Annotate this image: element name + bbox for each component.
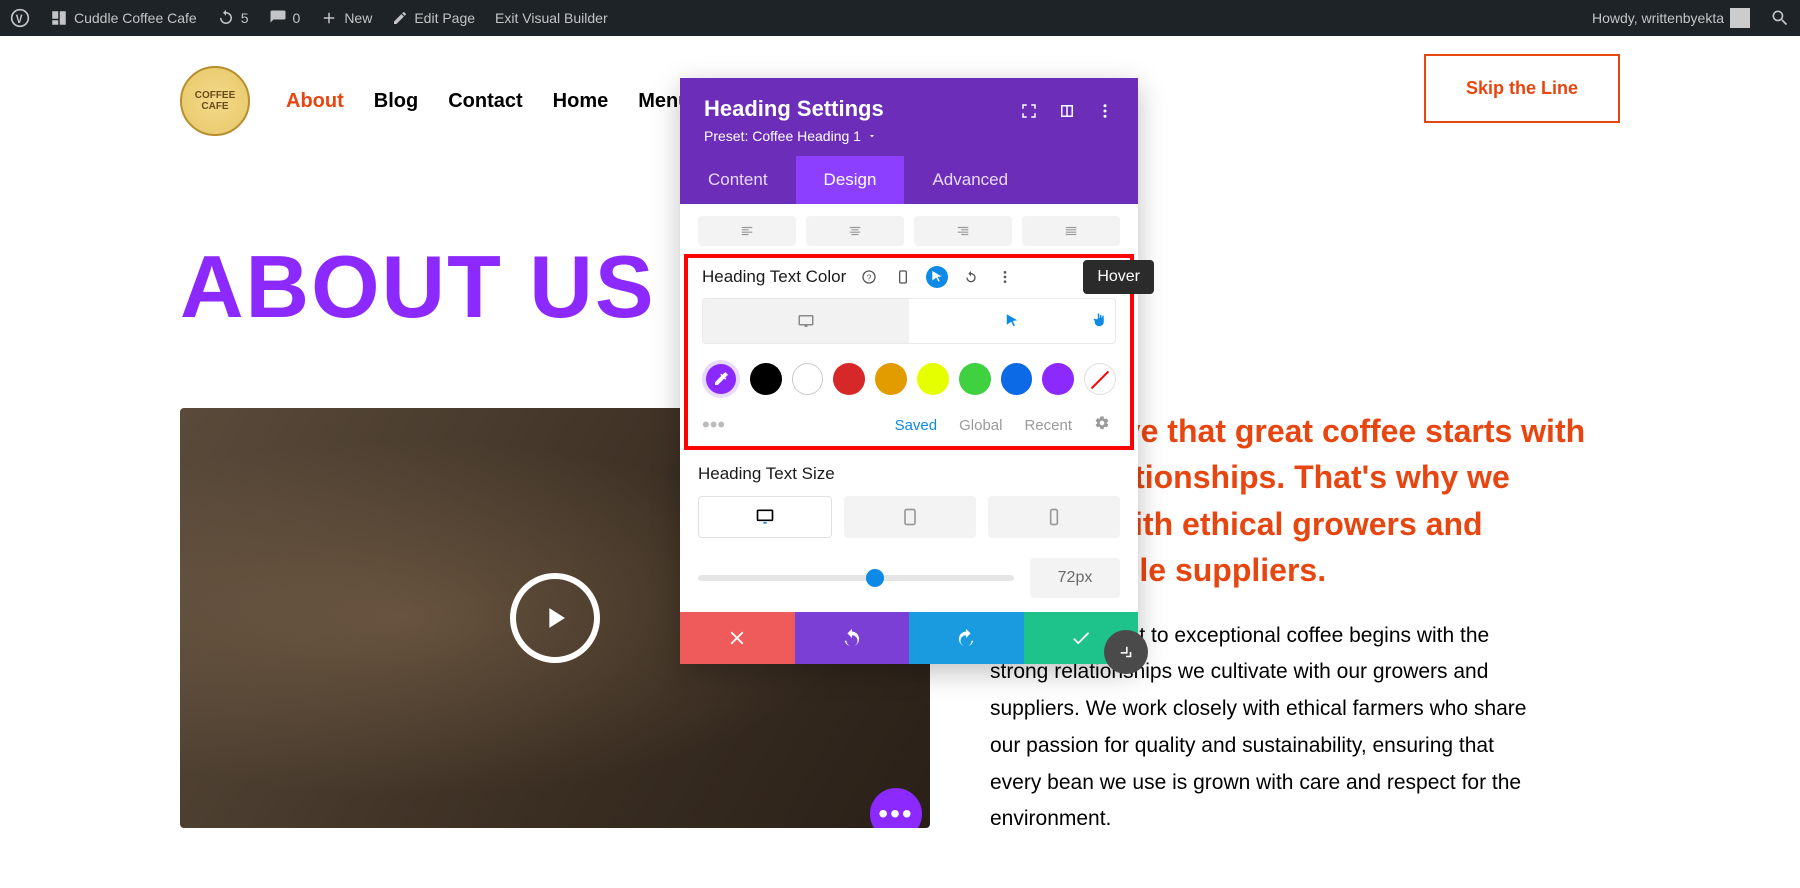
swatch-white[interactable] bbox=[792, 363, 824, 395]
exit-builder-label: Exit Visual Builder bbox=[495, 10, 608, 26]
wp-admin-bar: Cuddle Coffee Cafe 5 0 New Edit Page Exi… bbox=[0, 0, 1800, 36]
howdy-label: Howdy, writtenbyekta bbox=[1592, 10, 1724, 26]
swatch-blue[interactable] bbox=[1001, 363, 1033, 395]
help-icon[interactable]: ? bbox=[858, 266, 880, 288]
slider-thumb[interactable] bbox=[866, 569, 884, 587]
state-hover-button[interactable] bbox=[909, 299, 1115, 343]
panel-tabs: Content Design Advanced bbox=[680, 156, 1138, 204]
swatch-purple[interactable] bbox=[1042, 363, 1074, 395]
edit-page-item[interactable]: Edit Page bbox=[392, 10, 475, 26]
heading-settings-panel[interactable]: Heading Settings Preset: Coffee Heading … bbox=[680, 78, 1138, 664]
module-options-button[interactable]: ••• bbox=[870, 788, 922, 828]
comments-count: 0 bbox=[293, 10, 301, 26]
device-tablet-button[interactable] bbox=[844, 496, 976, 538]
howdy-item[interactable]: Howdy, writtenbyekta bbox=[1592, 8, 1750, 28]
expand-icon[interactable] bbox=[1020, 102, 1038, 125]
swatch-black[interactable] bbox=[750, 363, 782, 395]
align-right-button[interactable] bbox=[914, 216, 1012, 246]
device-phone-button[interactable] bbox=[988, 496, 1120, 538]
tab-global[interactable]: Global bbox=[959, 417, 1002, 434]
site-name-label: Cuddle Coffee Cafe bbox=[74, 10, 197, 26]
highlighted-color-section: Heading Text Color ? Hover bbox=[684, 254, 1134, 450]
undo-button[interactable] bbox=[795, 612, 910, 664]
size-slider[interactable] bbox=[698, 575, 1014, 581]
swatch-red[interactable] bbox=[833, 363, 865, 395]
tab-design[interactable]: Design bbox=[796, 156, 905, 204]
panel-preset[interactable]: Preset: Coffee Heading 1 bbox=[704, 128, 884, 144]
align-options bbox=[680, 204, 1138, 256]
swatch-more-icon[interactable]: ••• bbox=[702, 412, 725, 438]
align-justify-button[interactable] bbox=[1022, 216, 1120, 246]
cursor-icon[interactable] bbox=[926, 266, 948, 288]
gear-icon[interactable] bbox=[1094, 415, 1110, 435]
size-label: Heading Text Size bbox=[698, 464, 1120, 484]
cancel-button[interactable] bbox=[680, 612, 795, 664]
site-name[interactable]: Cuddle Coffee Cafe bbox=[50, 9, 197, 27]
state-default-button[interactable] bbox=[703, 299, 909, 343]
tab-recent[interactable]: Recent bbox=[1024, 417, 1072, 434]
main-nav: About Blog Contact Home Menu bbox=[286, 90, 690, 113]
more-icon[interactable] bbox=[1096, 102, 1114, 125]
updates-count: 5 bbox=[241, 10, 249, 26]
site-logo[interactable]: COFFEECAFE bbox=[180, 66, 250, 136]
edit-page-label: Edit Page bbox=[414, 10, 475, 26]
new-label: New bbox=[344, 10, 372, 26]
tab-saved[interactable]: Saved bbox=[895, 417, 938, 434]
color-picker-button[interactable] bbox=[702, 360, 740, 398]
device-desktop-button[interactable] bbox=[698, 496, 832, 538]
phone-icon[interactable] bbox=[892, 266, 914, 288]
nav-item-home[interactable]: Home bbox=[553, 90, 609, 113]
skip-line-button[interactable]: Skip the Line bbox=[1424, 54, 1620, 123]
panel-actions bbox=[680, 612, 1138, 664]
user-avatar-icon bbox=[1730, 8, 1750, 28]
nav-item-contact[interactable]: Contact bbox=[448, 90, 522, 113]
search-icon[interactable] bbox=[1770, 8, 1790, 28]
align-left-button[interactable] bbox=[698, 216, 796, 246]
swatch-orange[interactable] bbox=[875, 363, 907, 395]
comments-item[interactable]: 0 bbox=[269, 9, 301, 27]
reset-icon[interactable] bbox=[960, 266, 982, 288]
state-toggle bbox=[702, 298, 1116, 344]
exit-builder-item[interactable]: Exit Visual Builder bbox=[495, 10, 608, 26]
new-item[interactable]: New bbox=[320, 9, 372, 27]
hand-cursor-icon bbox=[1091, 311, 1109, 334]
redo-button[interactable] bbox=[909, 612, 1024, 664]
tab-advanced[interactable]: Advanced bbox=[904, 156, 1036, 204]
nav-item-blog[interactable]: Blog bbox=[374, 90, 418, 113]
tab-content[interactable]: Content bbox=[680, 156, 796, 204]
updates-item[interactable]: 5 bbox=[217, 9, 249, 27]
swatch-green[interactable] bbox=[959, 363, 991, 395]
drag-handle[interactable] bbox=[1104, 630, 1148, 674]
kebab-icon[interactable] bbox=[994, 266, 1016, 288]
color-label: Heading Text Color bbox=[702, 267, 846, 287]
play-button[interactable] bbox=[510, 573, 600, 663]
docs-icon[interactable] bbox=[1058, 102, 1076, 125]
panel-title: Heading Settings bbox=[704, 96, 884, 122]
nav-item-about[interactable]: About bbox=[286, 90, 344, 113]
align-center-button[interactable] bbox=[806, 216, 904, 246]
device-row bbox=[698, 496, 1120, 538]
color-swatches bbox=[702, 360, 1116, 398]
size-input[interactable] bbox=[1030, 558, 1120, 598]
wp-logo-icon[interactable] bbox=[10, 8, 30, 28]
swatch-yellow[interactable] bbox=[917, 363, 949, 395]
swatch-none[interactable] bbox=[1084, 363, 1116, 395]
svg-text:?: ? bbox=[867, 272, 872, 282]
hover-tooltip: Hover bbox=[1083, 260, 1154, 294]
